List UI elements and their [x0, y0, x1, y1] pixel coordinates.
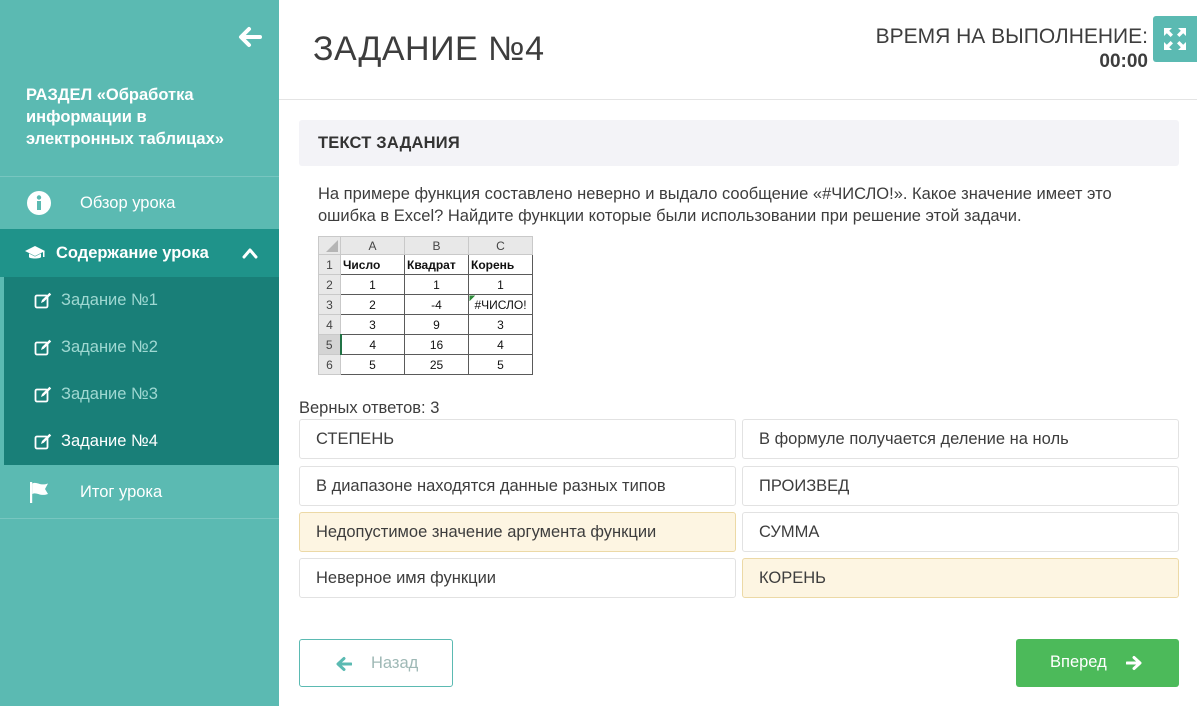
sheet-cell: 16	[404, 334, 469, 355]
back-button[interactable]: Назад	[299, 639, 453, 687]
sheet-corner	[318, 236, 341, 255]
timer-label: ВРЕМЯ НА ВЫПОЛНЕНИЕ:	[875, 25, 1148, 48]
timer-value: 00:00	[1099, 51, 1148, 72]
sidebar-item-label: Задание №1	[61, 291, 158, 309]
answer-option-label: Недопустимое значение аргумента функции	[316, 523, 657, 541]
sheet-column-headers: A B C	[318, 236, 533, 255]
sheet-col-header: C	[468, 236, 533, 255]
answer-option-label: СТЕПЕНЬ	[316, 430, 395, 448]
chevron-up-icon[interactable]	[242, 246, 258, 260]
sheet-row: 1 Число Квадрат Корень	[318, 254, 533, 275]
next-button-label: Вперед	[1050, 653, 1107, 671]
sheet-row: 2 1 1 1	[318, 274, 533, 295]
sheet-row: 6 5 25 5	[318, 354, 533, 375]
answer-option[interactable]: Неверное имя функции	[299, 558, 736, 598]
sheet-row: 4 3 9 3	[318, 314, 533, 335]
sheet-cell: 4	[468, 334, 533, 355]
sheet-cell: 9	[404, 314, 469, 335]
sheet-row-number: 4	[318, 314, 341, 335]
answer-option-label: В диапазоне находятся данные разных типо…	[316, 477, 666, 495]
divider	[0, 176, 279, 177]
task-heading-box: ТЕКСТ ЗАДАНИЯ	[299, 120, 1179, 166]
divider	[0, 518, 279, 519]
edit-icon	[34, 386, 52, 402]
answer-option-label: СУММА	[759, 523, 820, 541]
task-text: На примере функция составлено неверно и …	[318, 185, 1112, 225]
sidebar: РАЗДЕЛ «Обработка информации в электронн…	[0, 0, 279, 706]
sheet-cell: -4	[404, 294, 469, 315]
sheet-row: 5 4 16 4	[318, 334, 533, 355]
flag-icon	[26, 479, 52, 505]
answer-option[interactable]: СУММА	[742, 512, 1179, 552]
sheet-cell: 3	[468, 314, 533, 335]
next-button[interactable]: Вперед	[1016, 639, 1179, 687]
edit-icon	[34, 292, 52, 308]
answer-option[interactable]: ПРОИЗВЕД	[742, 466, 1179, 506]
sheet-cell: 3	[340, 314, 405, 335]
info-icon	[26, 190, 52, 216]
expand-icon	[1164, 28, 1186, 50]
select-all-triangle-icon	[326, 239, 338, 252]
fullscreen-button[interactable]	[1153, 16, 1197, 62]
arrow-left-icon	[336, 657, 352, 671]
sidebar-item-task-3[interactable]: Задание №3	[4, 371, 279, 418]
sheet-row-number: 2	[318, 274, 341, 295]
sheet-cell: Число	[340, 254, 405, 275]
sheet-cell-error: #ЧИСЛО!	[468, 294, 533, 315]
answer-option[interactable]: СТЕПЕНЬ	[299, 419, 736, 459]
nav-summary[interactable]: Итог урока	[0, 467, 279, 517]
nav-overview-label: Обзор урока	[80, 193, 176, 212]
answer-option[interactable]: Недопустимое значение аргумента функции	[299, 512, 736, 552]
sidebar-item-task-1[interactable]: Задание №1	[4, 277, 279, 324]
answer-option-label: КОРЕНЬ	[759, 569, 827, 587]
task-heading: ТЕКСТ ЗАДАНИЯ	[318, 134, 460, 152]
nav-content-label: Содержание урока	[56, 243, 209, 262]
sheet-col-header: B	[404, 236, 469, 255]
sheet-cell: Квадрат	[404, 254, 469, 275]
sheet-row-number: 5	[318, 334, 341, 355]
arrow-left-icon[interactable]	[236, 24, 262, 50]
edit-icon	[34, 433, 52, 449]
task-submenu: Задание №1 Задание №2 Задание №3 Задание…	[4, 277, 279, 465]
sheet-row-number: 3	[318, 294, 341, 315]
sheet-row-number: 6	[318, 354, 341, 375]
arrow-right-icon	[1126, 656, 1142, 670]
nav-summary-label: Итог урока	[80, 482, 163, 501]
nav-overview[interactable]: Обзор урока	[0, 178, 279, 228]
header-divider	[279, 99, 1197, 100]
sidebar-item-label: Задание №3	[61, 385, 158, 403]
sheet-row-number: 1	[318, 254, 341, 275]
sidebar-item-label: Задание №4	[61, 432, 158, 450]
nav-content[interactable]: Содержание урока	[0, 229, 279, 277]
answer-option-label: Неверное имя функции	[316, 569, 497, 587]
back-button-label: Назад	[371, 654, 419, 672]
sheet-col-header: A	[340, 236, 405, 255]
correct-answers-count: Верных ответов: 3	[299, 399, 440, 417]
sheet-cell: 1	[340, 274, 405, 295]
sheet-cell: 4	[339, 334, 405, 355]
section-title: РАЗДЕЛ «Обработка информации в электронн…	[26, 86, 224, 148]
answer-option-label: В формуле получается деление на ноль	[759, 430, 1069, 448]
sheet-row: 3 2 -4 #ЧИСЛО!	[318, 294, 533, 315]
sheet-cell: 2	[340, 294, 405, 315]
answer-option[interactable]: КОРЕНЬ	[742, 558, 1179, 598]
answer-option-label: ПРОИЗВЕД	[759, 477, 850, 495]
sheet-cell: 25	[404, 354, 469, 375]
sheet-cell: 5	[340, 354, 405, 375]
sheet-cell: 5	[468, 354, 533, 375]
sheet-cell: 1	[468, 274, 533, 295]
sidebar-item-task-4[interactable]: Задание №4	[4, 418, 279, 465]
answer-option[interactable]: В формуле получается деление на ноль	[742, 419, 1179, 459]
sidebar-item-label: Задание №2	[61, 338, 158, 356]
edit-icon	[34, 339, 52, 355]
sheet-cell: 1	[404, 274, 469, 295]
spreadsheet-image: A B C 1 Число Квадрат Корень 2 1 1 1 3 2…	[318, 236, 533, 375]
answer-option[interactable]: В диапазоне находятся данные разных типо…	[299, 466, 736, 506]
page-title: ЗАДАНИЕ №4	[313, 30, 545, 68]
graduation-cap-icon	[22, 240, 48, 266]
sidebar-item-task-2[interactable]: Задание №2	[4, 324, 279, 371]
sheet-cell: Корень	[468, 254, 533, 275]
